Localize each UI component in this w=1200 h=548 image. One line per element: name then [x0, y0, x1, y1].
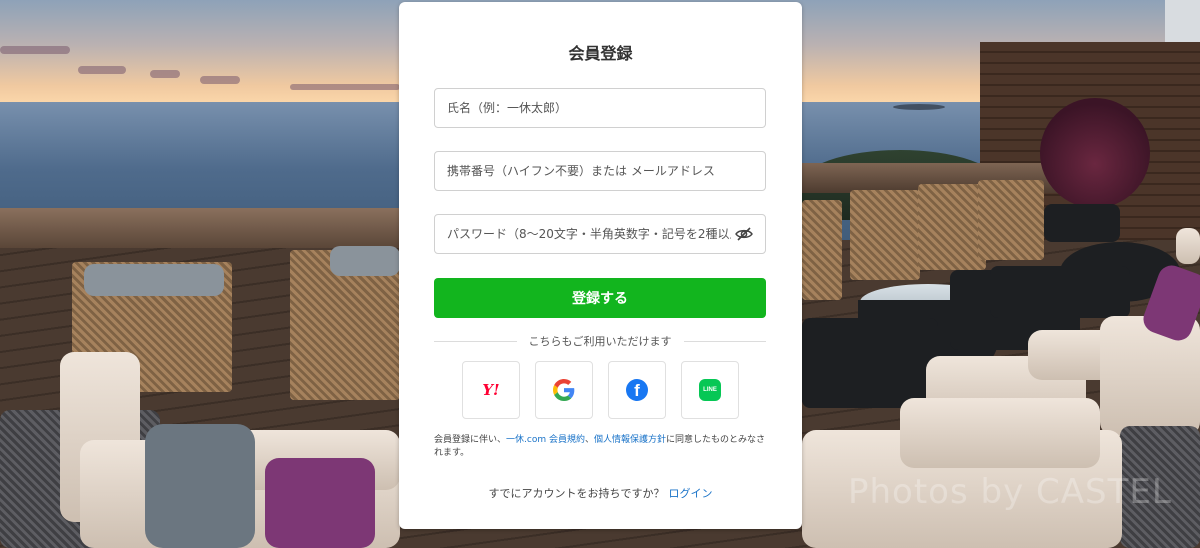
railing-left [0, 208, 400, 248]
square-table [990, 266, 1130, 318]
terms-of-service-link[interactable]: 一休.com 会員規約 [506, 435, 585, 445]
wooden-chair [850, 190, 920, 280]
alt-login-divider: こちらもご利用いただけます [434, 334, 766, 348]
terms-prefix: 会員登録に伴い、 [434, 435, 507, 445]
cloud [78, 66, 126, 74]
wooden-chair [978, 180, 1044, 260]
facebook-icon: f [626, 379, 648, 401]
divider-text: こちらもご利用いただけます [528, 335, 672, 348]
password-field[interactable] [434, 214, 766, 254]
chair-cushion [84, 264, 224, 296]
photo-watermark: Photos by CASTEL [848, 472, 1172, 512]
name-field[interactable] [434, 88, 766, 128]
google-login-button[interactable] [535, 361, 593, 419]
line-icon: LINE [699, 379, 721, 401]
plant [1040, 98, 1150, 208]
contact-field[interactable] [434, 151, 766, 191]
terms-notice: 会員登録に伴い、一休.com 会員規約、個人情報保護方針に同意したものとみなされ… [434, 434, 768, 460]
cloud [150, 70, 180, 78]
password-input[interactable] [447, 227, 731, 241]
cloud [0, 46, 70, 54]
sofa-back [900, 398, 1100, 468]
yahoo-login-button[interactable]: Y! [462, 361, 520, 419]
grey-cushion [145, 424, 255, 548]
login-prompt-row: すでにアカウントをお持ちですか？ ログイン [399, 485, 802, 501]
privacy-policy-link[interactable]: 個人情報保護方針 [594, 435, 666, 445]
island [893, 104, 945, 110]
purple-cushion [265, 458, 375, 548]
yahoo-icon: Y! [482, 381, 500, 399]
terms-separator: 、 [584, 435, 594, 445]
registration-modal: 会員登録 登録する こちらもご利用いただけます Y! f LI [399, 2, 802, 529]
login-prompt: すでにアカウントをお持ちですか？ [488, 487, 665, 500]
line-login-button[interactable]: LINE [681, 361, 739, 419]
cloud [200, 76, 240, 84]
eye-off-icon[interactable] [735, 227, 753, 241]
building-top [1165, 0, 1200, 42]
login-link[interactable]: ログイン [669, 487, 713, 500]
google-icon [553, 379, 575, 401]
name-input[interactable] [447, 101, 753, 115]
planter [1044, 204, 1120, 242]
wooden-chair [918, 184, 986, 270]
wooden-chair [802, 200, 842, 300]
cloud [290, 84, 400, 90]
facebook-login-button[interactable]: f [608, 361, 666, 419]
divider-line [683, 340, 766, 342]
chair-cushion [330, 246, 400, 276]
divider-line [434, 340, 517, 342]
register-button[interactable]: 登録する [434, 278, 766, 318]
modal-title: 会員登録 [568, 44, 633, 63]
square-table [802, 318, 938, 408]
contact-input[interactable] [447, 164, 753, 178]
sofa-arm [1176, 228, 1200, 264]
